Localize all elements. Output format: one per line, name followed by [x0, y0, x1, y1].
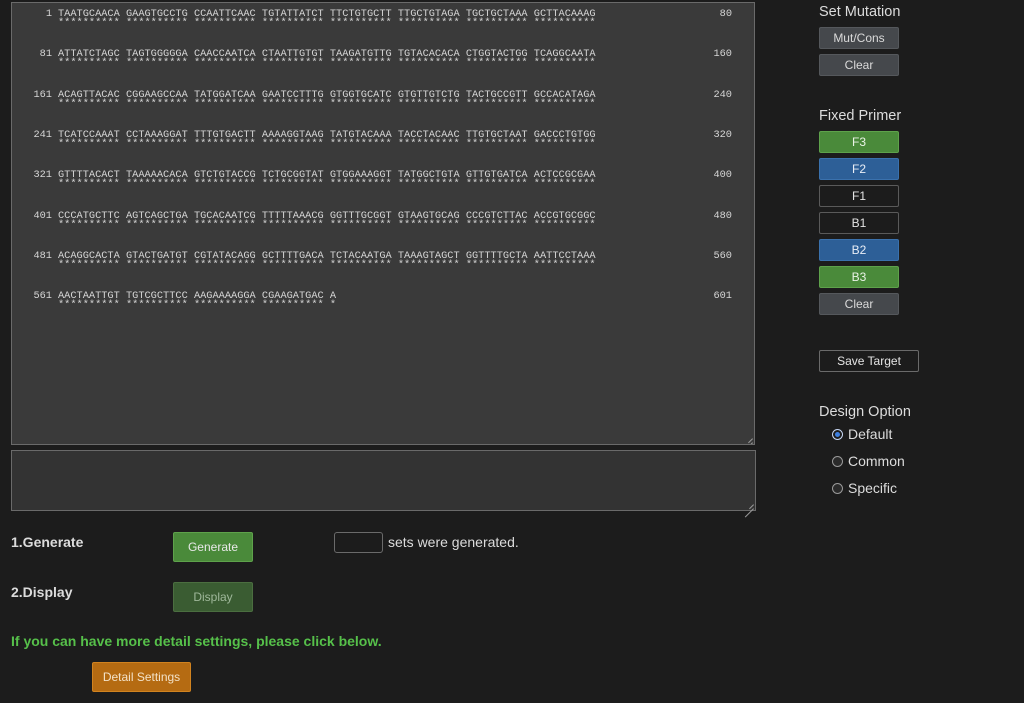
- sequence-row: 161 ACAGTTACAC CGGAAGCCAA TATGGATCAA GAA…: [12, 86, 754, 116]
- row-start-number: 1: [45, 8, 52, 20]
- sequence-consensus-marks: ********** ********** ********** *******…: [58, 98, 596, 110]
- sequence-row: 81 ATTATCTAGC TAGTGGGGGA CAACCAATCA CTAA…: [12, 45, 754, 75]
- row-end-number: 560: [713, 250, 732, 262]
- generate-step-label: 1.Generate: [11, 534, 84, 550]
- primer-clear-button[interactable]: Clear: [819, 293, 899, 315]
- row-end-number: 240: [713, 89, 732, 101]
- resize-handle-icon[interactable]: [743, 433, 753, 443]
- row-start-number: 561: [33, 290, 52, 302]
- row-start-number: 481: [33, 250, 52, 262]
- design-option-common[interactable]: Common: [832, 453, 905, 469]
- radio-unchecked-icon[interactable]: [832, 455, 843, 467]
- primer-f1-button[interactable]: F1: [819, 185, 899, 207]
- sequence-row: 321 GTTTTACACT TAAAAACACA GTCTGTACCG TCT…: [12, 166, 754, 196]
- sequence-consensus-marks: ********** ********** ********** *******…: [58, 178, 596, 190]
- design-option-default[interactable]: Default: [832, 426, 892, 442]
- mutation-clear-button[interactable]: Clear: [819, 54, 899, 76]
- sequence-row: 561 AACTAATTGT TGTCGCTTCC AAGAAAAGGA CGA…: [12, 287, 754, 317]
- fixed-primer-title: Fixed Primer: [819, 108, 902, 124]
- row-start-number: 241: [33, 129, 52, 141]
- row-end-number: 480: [713, 210, 732, 222]
- primer-b1-button[interactable]: B1: [819, 212, 899, 234]
- design-option-label: Default: [848, 426, 893, 442]
- sequence-row: 241 TCATCCAAAT CCTAAAGGAT TTTGTGACTT AAA…: [12, 126, 754, 156]
- primer-b2-button[interactable]: B2: [819, 239, 899, 261]
- row-end-number: 80: [719, 8, 732, 20]
- sequence-consensus-marks: ********** ********** ********** *******…: [58, 299, 337, 311]
- save-target-button[interactable]: Save Target: [819, 350, 919, 372]
- design-option-title: Design Option: [819, 404, 911, 420]
- sequence-consensus-marks: ********** ********** ********** *******…: [58, 57, 596, 69]
- row-start-number: 401: [33, 210, 52, 222]
- primer-b3-button[interactable]: B3: [819, 266, 899, 288]
- detail-settings-button[interactable]: Detail Settings: [92, 662, 191, 692]
- row-end-number: 160: [713, 48, 732, 60]
- row-start-number: 81: [39, 48, 52, 60]
- resize-handle-icon[interactable]: [744, 499, 754, 509]
- primer-f3-button[interactable]: F3: [819, 131, 899, 153]
- sequence-row: 1 TAATGCAACA GAAGTGCCTG CCAATTCAAC TGTAT…: [12, 5, 754, 35]
- sequence-editor[interactable]: 1 TAATGCAACA GAAGTGCCTG CCAATTCAAC TGTAT…: [11, 2, 755, 445]
- generated-count-suffix: sets were generated.: [388, 534, 519, 550]
- generate-button[interactable]: Generate: [173, 532, 253, 562]
- design-option-label: Common: [848, 453, 905, 469]
- primer-f2-button[interactable]: F2: [819, 158, 899, 180]
- row-end-number: 400: [713, 169, 732, 181]
- sequence-consensus-marks: ********** ********** ********** *******…: [58, 138, 596, 150]
- sequence-consensus-marks: ********** ********** ********** *******…: [58, 259, 596, 271]
- detail-settings-hint: If you can have more detail settings, pl…: [11, 633, 382, 649]
- row-start-number: 321: [33, 169, 52, 181]
- row-end-number: 601: [713, 290, 732, 302]
- sequence-row: 481 ACAGGCACTA GTACTGATGT CGTATACAGG GCT…: [12, 247, 754, 277]
- output-textarea[interactable]: [11, 450, 756, 511]
- radio-unchecked-icon[interactable]: [832, 482, 843, 494]
- mut-cons-button[interactable]: Mut/Cons: [819, 27, 899, 49]
- row-start-number: 161: [33, 89, 52, 101]
- sequence-consensus-marks: ********** ********** ********** *******…: [58, 219, 596, 231]
- generated-count-field[interactable]: [334, 532, 383, 553]
- display-step-label: 2.Display: [11, 584, 73, 600]
- sequence-consensus-marks: ********** ********** ********** *******…: [58, 17, 596, 29]
- design-option-specific[interactable]: Specific: [832, 480, 897, 496]
- row-end-number: 320: [713, 129, 732, 141]
- design-option-label: Specific: [848, 480, 898, 496]
- sequence-row: 401 CCCATGCTTC AGTCAGCTGA TGCACAATCG TTT…: [12, 207, 754, 237]
- display-button[interactable]: Display: [173, 582, 253, 612]
- set-mutation-title: Set Mutation: [819, 4, 901, 20]
- radio-checked-icon[interactable]: [832, 428, 843, 440]
